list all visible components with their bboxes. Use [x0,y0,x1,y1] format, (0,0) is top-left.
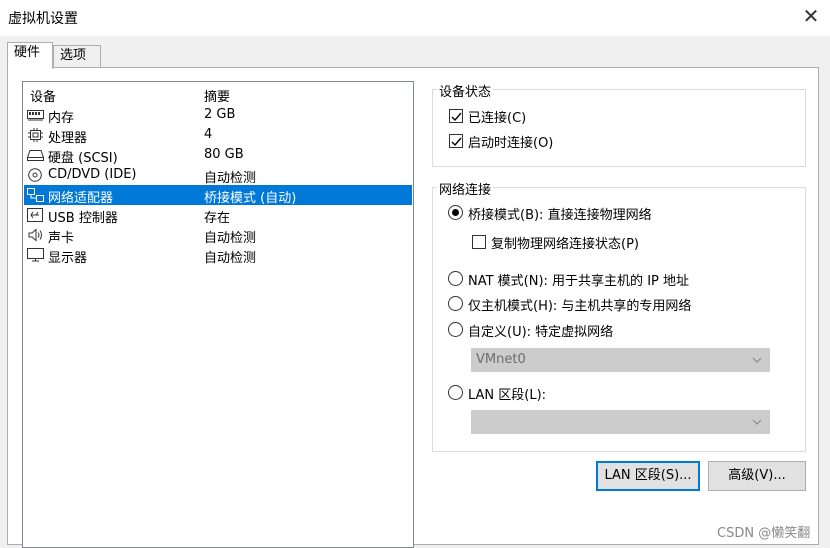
watermark: CSDN @懒笑翻 [717,526,811,541]
device-row-usb-controller[interactable]: USB 控制器 存在 [24,205,412,226]
tab-hardware[interactable]: 硬件 [7,42,53,69]
lan-segments-button[interactable]: LAN 区段(S)... [596,461,700,491]
custom-network-value: VMnet0 [476,352,526,367]
device-list-header: 设备 摘要 [24,84,412,105]
lan-segment-radio[interactable] [448,385,463,400]
connected-label[interactable]: 已连接(C) [468,107,526,126]
custom-radio[interactable] [448,322,463,337]
replicate-state-checkbox[interactable] [472,235,486,249]
connect-at-power-on-label[interactable]: 启动时连接(O) [468,132,553,151]
device-row-network-adapter[interactable]: 网络适配器 桥接模式 (自动) [24,185,412,206]
usb-controller-icon [27,208,44,222]
device-row-sound-card[interactable]: 声卡 自动检测 [24,225,412,246]
close-icon[interactable]: ✕ [800,4,822,28]
device-name: CD/DVD (IDE) [48,167,137,182]
device-row-memory[interactable]: 内存 2 GB [24,105,412,126]
chevron-down-icon [751,354,763,366]
processor-icon [27,128,44,142]
title-bar [0,0,830,36]
device-name: 网络适配器 [48,191,114,206]
device-name: USB 控制器 [48,211,118,226]
window-title: 虚拟机设置 [8,11,78,27]
connect-at-power-on-checkbox[interactable] [449,134,463,148]
display-icon [27,248,44,262]
device-summary: 4 [204,127,213,142]
host-only-radio[interactable] [448,296,463,311]
device-summary: 80 GB [204,147,244,162]
memory-icon [27,108,44,122]
bridged-radio[interactable] [448,205,463,220]
host-only-label[interactable]: 仅主机模式(H): 与主机共享的专用网络 [468,295,691,314]
connected-checkbox[interactable] [449,109,463,123]
chevron-down-icon [751,416,763,428]
nat-label[interactable]: NAT 模式(N): 用于共享主机的 IP 地址 [468,270,689,289]
network-adapter-icon [27,188,44,202]
lan-segment-label[interactable]: LAN 区段(L): [468,384,546,403]
device-summary: 自动检测 [204,231,257,246]
lan-segment-select[interactable] [471,410,770,434]
nat-radio[interactable] [448,271,463,286]
device-list: 设备 摘要 内存 2 GB 处理器 4 硬盘 (SCSI) 80 GB CD/D… [22,81,414,548]
device-name: 处理器 [48,131,88,146]
device-row-processor[interactable]: 处理器 4 [24,125,412,146]
device-name: 显示器 [48,251,88,266]
device-row-cd-dvd[interactable]: CD/DVD (IDE) 自动检测 [24,165,412,186]
harddisk-icon [26,148,45,162]
device-summary: 存在 [204,211,231,226]
device-name: 内存 [48,111,75,126]
column-device: 设备 [30,90,57,105]
device-name: 硬盘 (SCSI) [48,151,118,166]
custom-label[interactable]: 自定义(U): 特定虚拟网络 [468,321,613,340]
device-status-label: 设备状态 [437,81,494,100]
device-summary: 2 GB [204,107,236,122]
device-summary: 桥接模式 (自动) [204,191,297,206]
device-row-harddisk[interactable]: 硬盘 (SCSI) 80 GB [24,145,412,166]
device-summary: 自动检测 [204,171,257,186]
sound-card-icon [27,228,44,242]
device-row-display[interactable]: 显示器 自动检测 [24,245,412,266]
bridged-label[interactable]: 桥接模式(B): 直接连接物理网络 [468,204,652,223]
column-summary: 摘要 [204,90,231,105]
tab-options[interactable]: 选项 [53,45,101,67]
replicate-state-label[interactable]: 复制物理网络连接状态(P) [491,233,639,252]
advanced-button[interactable]: 高级(V)... [708,461,806,491]
cd-dvd-icon [27,168,44,182]
device-summary: 自动检测 [204,251,257,266]
network-connection-label: 网络连接 [437,179,494,198]
custom-network-select[interactable]: VMnet0 [471,348,770,372]
device-status-group [432,89,806,167]
device-name: 声卡 [48,231,75,246]
